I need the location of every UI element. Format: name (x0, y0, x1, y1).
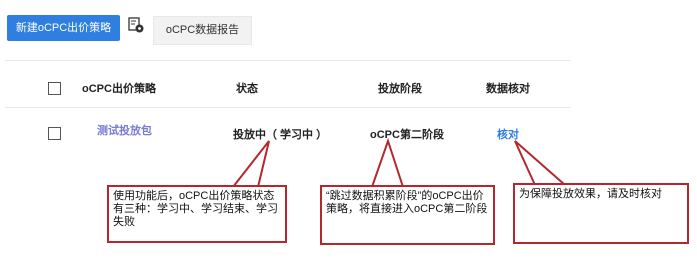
table-top-divider (5, 60, 570, 61)
report-settings-icon[interactable] (128, 17, 144, 33)
new-ocpc-strategy-button[interactable]: 新建oCPC出价策略 (7, 15, 120, 41)
callout-pointer-stage (370, 137, 405, 188)
header-stage: 投放阶段 (378, 83, 422, 95)
callout-status-note: 使用功能后，oCPC出价策略状态有三种：学习中、学习结束、学习失败 (107, 185, 287, 243)
status-value: 投放中（ 学习中 ） (233, 129, 328, 141)
header-verify: 数据核对 (486, 83, 530, 95)
ocpc-report-button[interactable]: oCPC数据报告 (153, 16, 252, 45)
callout-verify-note: 为保障投放效果，请及时核对 (513, 183, 689, 244)
row-checkbox[interactable] (48, 127, 61, 140)
stage-value: oCPC第二阶段 (370, 129, 444, 141)
callout-stage-note: “跳过数据积累阶段”的oCPC出价策略，将直接进入oCPC第二阶段 (320, 185, 495, 245)
callout-pointer-status (230, 140, 270, 188)
strategy-name-link[interactable]: 测试投放包 (97, 122, 152, 138)
select-all-checkbox[interactable] (48, 82, 61, 95)
verify-link[interactable]: 核对 (497, 126, 519, 142)
header-status: 状态 (236, 83, 258, 95)
header-strategy: oCPC出价策略 (82, 83, 156, 95)
callout-pointer-verify (514, 140, 568, 186)
table-header-divider (5, 107, 570, 108)
